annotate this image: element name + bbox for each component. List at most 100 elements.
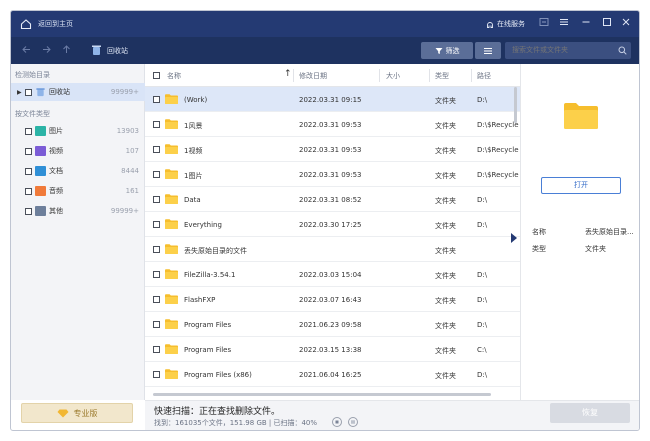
feedback-icon[interactable] [537, 17, 550, 30]
back-arrow-icon[interactable] [20, 44, 32, 56]
table-row[interactable]: Program Files (x86) 2021.06.04 16:25 文件夹 D:… [145, 362, 520, 387]
maximize-icon[interactable] [600, 17, 613, 30]
online-service-button[interactable]: 在线服务 [486, 18, 534, 30]
pause-icon[interactable] [348, 417, 358, 427]
detail-pane: 打开 名称 丢失原始目录... 类型 文件夹 [520, 64, 639, 400]
row-name: Everything [184, 221, 222, 229]
view-menu-button[interactable] [475, 42, 501, 59]
column-divider[interactable] [429, 69, 430, 82]
row-checkbox[interactable] [153, 96, 160, 103]
recycle-bin-icon [36, 88, 45, 97]
table-row[interactable]: Data 2022.03.31 08:52 文件夹 D:\ [145, 187, 520, 212]
column-divider[interactable] [379, 69, 380, 82]
row-checkbox[interactable] [153, 121, 160, 128]
image-icon [35, 126, 46, 136]
checkbox[interactable] [25, 207, 32, 215]
checkbox[interactable] [25, 147, 32, 155]
stop-icon[interactable] [332, 417, 342, 427]
collapse-detail-icon[interactable] [511, 233, 517, 243]
row-type: 文件夹 [435, 122, 456, 130]
recover-button[interactable]: 恢复 [550, 403, 630, 423]
row-checkbox[interactable] [153, 146, 160, 153]
row-checkbox[interactable] [153, 171, 160, 178]
table-row[interactable]: 1风景 2022.03.31 09:53 文件夹 D:\$Recycle Bin [145, 112, 520, 137]
search-input[interactable] [505, 42, 631, 59]
row-checkbox[interactable] [153, 221, 160, 228]
back-to-home-link[interactable]: 返回到主页 [38, 19, 73, 29]
table-row[interactable]: Program Files 2021.06.23 09:58 文件夹 D:\ [145, 312, 520, 337]
sidebar-item-recycle-bin[interactable]: ▶ 回收站 99999+ [11, 83, 145, 101]
row-name: FlashFXP [184, 296, 216, 304]
scan-stats: 找到：161035个文件，151.98 GB | 已扫描：40% [154, 419, 318, 427]
scrollbar-thumb[interactable] [153, 393, 491, 396]
sidebar-item-label: 视频 [49, 147, 63, 155]
search-icon[interactable] [618, 46, 627, 55]
menu-icon[interactable] [557, 17, 570, 30]
horizontal-scrollbar[interactable] [145, 389, 520, 400]
table-row[interactable]: 1图片 2022.03.31 09:53 文件夹 D:\$Recycle Bin [145, 162, 520, 187]
select-all-checkbox[interactable] [153, 72, 160, 79]
table-row[interactable]: Everything 2022.03.30 17:25 文件夹 D:\ [145, 212, 520, 237]
filter-button[interactable]: 筛选 [421, 42, 473, 59]
folder-icon [165, 194, 178, 204]
row-type: 文件夹 [435, 222, 456, 230]
column-header-size[interactable]: 大小 [386, 71, 400, 81]
headset-icon [487, 21, 493, 28]
sidebar-item-audio[interactable]: 音频 161 [11, 182, 145, 200]
sidebar-item-count: 13903 [116, 127, 139, 135]
detail-type-value: 文件夹 [585, 245, 606, 253]
sidebar-item-other[interactable]: 其他 99999+ [11, 202, 145, 220]
row-type: 文件夹 [435, 172, 456, 180]
checkbox[interactable] [25, 187, 32, 195]
row-checkbox[interactable] [153, 371, 160, 378]
column-divider[interactable] [471, 69, 472, 82]
column-header-path[interactable]: 路径 [477, 71, 491, 81]
column-header-name[interactable]: 名称 [167, 71, 181, 81]
sidebar-item-images[interactable]: 图片 13903 [11, 122, 145, 140]
row-name: 1风景 [184, 122, 203, 130]
table-row[interactable]: FlashFXP 2022.03.07 16:43 文件夹 D:\ [145, 287, 520, 312]
column-header-type[interactable]: 类型 [435, 71, 449, 81]
table-row[interactable]: 1视频 2022.03.31 09:53 文件夹 D:\$Recycle Bin [145, 137, 520, 162]
row-checkbox[interactable] [153, 271, 160, 278]
row-date: 2022.03.31 09:53 [299, 171, 362, 179]
filter-label: 筛选 [445, 46, 460, 55]
close-icon[interactable] [619, 17, 632, 30]
table-row[interactable]: FileZilla-3.54.1 2022.03.03 15:04 文件夹 D:\ [145, 262, 520, 287]
row-checkbox[interactable] [153, 321, 160, 328]
pro-edition-label: 专业版 [73, 408, 98, 418]
file-list-header: 名称 ↑ 修改日期 大小 类型 路径 [145, 64, 520, 87]
row-checkbox[interactable] [153, 196, 160, 203]
table-row[interactable]: Program Files 2022.03.15 13:38 文件夹 C:\ [145, 337, 520, 362]
sidebar-item-videos[interactable]: 视频 107 [11, 142, 145, 160]
up-arrow-icon[interactable] [60, 44, 72, 56]
breadcrumb[interactable]: 回收站 [107, 46, 128, 56]
file-list: (Work) 2022.03.31 09:15 文件夹 D:\ 1风景 2022.03.3… [145, 87, 520, 389]
checkbox[interactable] [25, 127, 32, 135]
row-checkbox[interactable] [153, 246, 160, 253]
title-bar: 返回到主页 在线服务 [11, 11, 639, 37]
home-icon[interactable] [20, 18, 32, 30]
row-checkbox[interactable] [153, 296, 160, 303]
folder-preview-icon [564, 103, 598, 129]
sort-arrow-icon[interactable]: ↑ [284, 69, 292, 79]
column-divider[interactable] [293, 69, 294, 82]
table-row[interactable]: (Work) 2022.03.31 09:15 文件夹 D:\ [145, 87, 520, 112]
column-header-date[interactable]: 修改日期 [299, 71, 327, 81]
forward-arrow-icon[interactable] [40, 44, 52, 56]
expand-arrow-icon[interactable]: ▶ [17, 89, 22, 96]
checkbox[interactable] [25, 167, 32, 175]
sidebar-item-documents[interactable]: 文档 8444 [11, 162, 145, 180]
checkbox[interactable] [25, 88, 32, 96]
minimize-icon[interactable] [579, 17, 592, 30]
row-path: D:\ [477, 96, 488, 104]
vertical-scrollbar[interactable] [514, 87, 517, 123]
open-button[interactable]: 打开 [541, 177, 621, 194]
sidebar-item-count: 8444 [121, 167, 139, 175]
row-checkbox[interactable] [153, 346, 160, 353]
table-row[interactable]: 丢失原始目录的文件 文件夹 [145, 237, 520, 262]
recycle-bin-icon [92, 45, 101, 55]
row-type: 文件夹 [435, 247, 456, 255]
sidebar-item-label: 其他 [49, 207, 63, 215]
pro-edition-button[interactable]: 专业版 [21, 403, 133, 423]
